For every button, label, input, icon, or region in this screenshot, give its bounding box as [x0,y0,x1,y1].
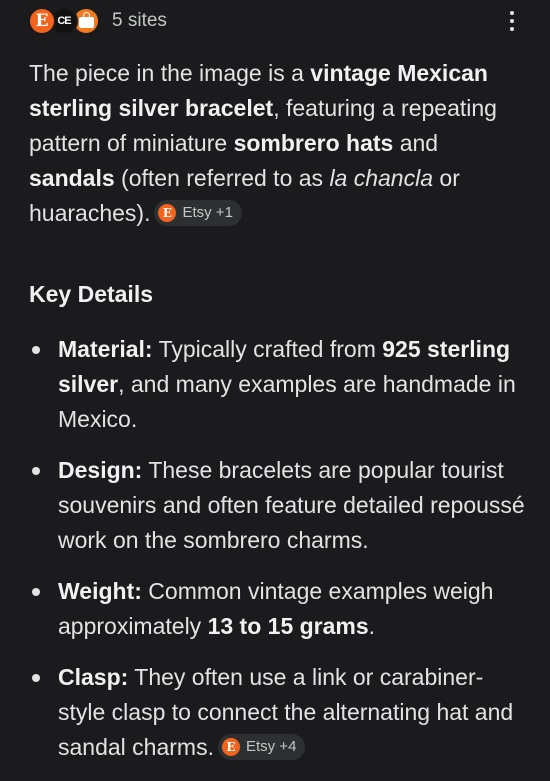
item-label: Material: [58,336,153,362]
section-heading: Key Details [29,281,154,307]
etsy-icon: E [221,737,240,756]
source-chip-label: Etsy +4 [245,737,297,755]
item-label: Design: [58,457,143,483]
source-chip-label: Etsy +1 [182,203,233,221]
item-text: , and many examples are handmade in Mexi… [58,371,516,432]
etsy-favicon-icon: E [28,7,56,35]
intro-italic-term: la chancla [329,165,434,191]
sites-count-link[interactable]: 5 sites [112,10,167,32]
intro-text: and [393,130,439,156]
intro-text: The piece in the image is a [29,60,311,86]
item-bold: 13 to 15 grams [207,613,369,639]
bullet-icon [32,346,40,354]
item-text: . [368,613,376,639]
bullet-icon [32,467,40,475]
intro-text: (often referred to as [114,165,330,191]
list-item: Clasp: They often use a link or carabine… [29,660,529,765]
list-item: Design: These bracelets are popular tour… [29,453,529,558]
intro-paragraph: The piece in the image is a vintage Mexi… [29,56,529,231]
list-item: Weight: Common vintage examples weigh ap… [29,574,529,644]
bullet-icon [32,588,40,596]
item-label: Weight: [58,578,142,604]
item-label: Clasp: [58,664,129,690]
more-vert-icon[interactable] [504,7,520,35]
source-chip-etsy[interactable]: E Etsy +4 [217,733,306,760]
item-text: Typically crafted from [152,336,383,362]
key-details-list: Material: Typically crafted from 925 ste… [29,332,529,765]
etsy-icon: E [158,203,177,222]
source-favicons[interactable]: E CE [28,7,100,35]
intro-bold-sombrero: sombrero hats [233,130,394,156]
sources-header: E CE 5 sites [28,4,520,38]
intro-bold-sandals: sandals [29,165,115,191]
answer-body: The piece in the image is a vintage Mexi… [29,56,529,781]
bullet-icon [32,674,40,682]
source-chip-etsy[interactable]: E Etsy +1 [154,199,242,226]
list-item: Material: Typically crafted from 925 ste… [29,332,529,437]
